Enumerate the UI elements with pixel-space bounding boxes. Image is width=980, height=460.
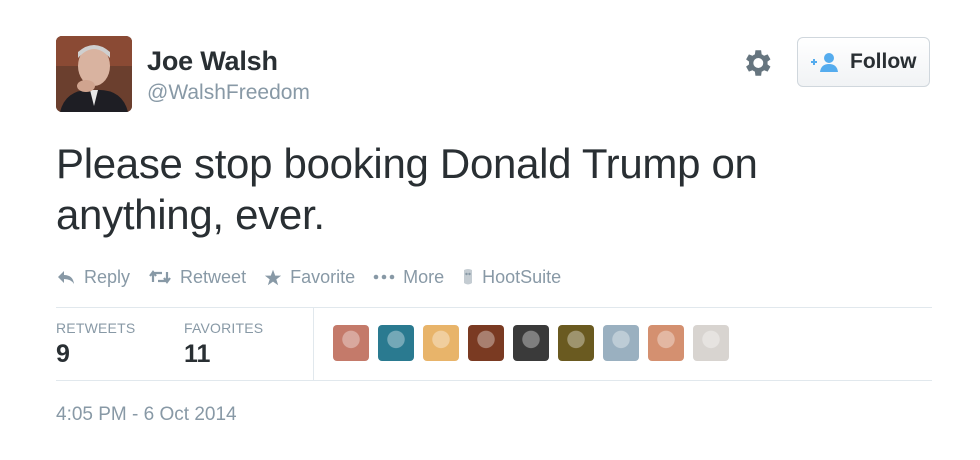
reply-button[interactable]: Reply (56, 267, 130, 288)
add-user-icon (811, 53, 838, 72)
tweet-text-line-2: anything, ever. (56, 191, 325, 238)
more-button[interactable]: More (373, 267, 444, 288)
stats-separator (313, 307, 314, 380)
retweets-stat[interactable]: RETWEETS 9 (56, 320, 135, 369)
retweets-label: RETWEETS (56, 320, 136, 336)
favorites-label: FAVORITES (184, 320, 264, 336)
tweet-timestamp[interactable]: 4:05 PM - 6 Oct 2014 (56, 404, 237, 426)
favoriter-avatar-5[interactable] (513, 325, 549, 361)
favoriter-avatar-3[interactable] (423, 325, 459, 361)
hootsuite-icon (464, 269, 473, 285)
stats-top-divider (56, 307, 932, 308)
favoriter-avatar-1[interactable] (333, 325, 369, 361)
reply-label: Reply (84, 266, 131, 287)
tweet-text: Please stop booking Donald Trump on anyt… (56, 138, 916, 240)
retweet-label: Retweet (180, 266, 247, 287)
hootsuite-label: HootSuite (482, 266, 562, 287)
retweet-icon (149, 270, 171, 284)
tweet-text-line-1: Please stop booking Donald Trump on (56, 140, 758, 187)
user-handle[interactable]: @WalshFreedom (147, 81, 310, 105)
favorite-button[interactable]: Favorite (264, 267, 355, 288)
profile-photo (56, 36, 132, 112)
favoriter-avatar-6[interactable] (558, 325, 594, 361)
favoriter-avatar-4[interactable] (468, 325, 504, 361)
favorites-count: 11 (184, 340, 211, 368)
more-label: More (403, 266, 445, 287)
retweet-button[interactable]: Retweet (148, 267, 246, 288)
favorite-label: Favorite (290, 266, 356, 287)
follow-button[interactable]: Follow (797, 37, 930, 87)
tweet-actions: Reply Retweet Favorite More HootSuite (56, 264, 579, 290)
reply-icon (58, 271, 74, 284)
favoriter-avatar-2[interactable] (378, 325, 414, 361)
stats-bottom-divider (56, 380, 932, 381)
favoriter-avatar-7[interactable] (603, 325, 639, 361)
favoriter-avatar-9[interactable] (693, 325, 729, 361)
favorites-stat[interactable]: FAVORITES 11 (184, 320, 263, 369)
profile-avatar[interactable] (56, 36, 132, 112)
retweets-count: 9 (56, 340, 70, 368)
favoriter-avatar-8[interactable] (648, 325, 684, 361)
follow-label: Follow (850, 50, 917, 73)
ellipsis-icon (373, 274, 395, 280)
hootsuite-button[interactable]: HootSuite (462, 267, 561, 288)
favoriter-avatars (333, 325, 738, 361)
gear-icon[interactable] (740, 46, 774, 80)
star-icon (264, 269, 282, 285)
display-name[interactable]: Joe Walsh (147, 46, 278, 77)
